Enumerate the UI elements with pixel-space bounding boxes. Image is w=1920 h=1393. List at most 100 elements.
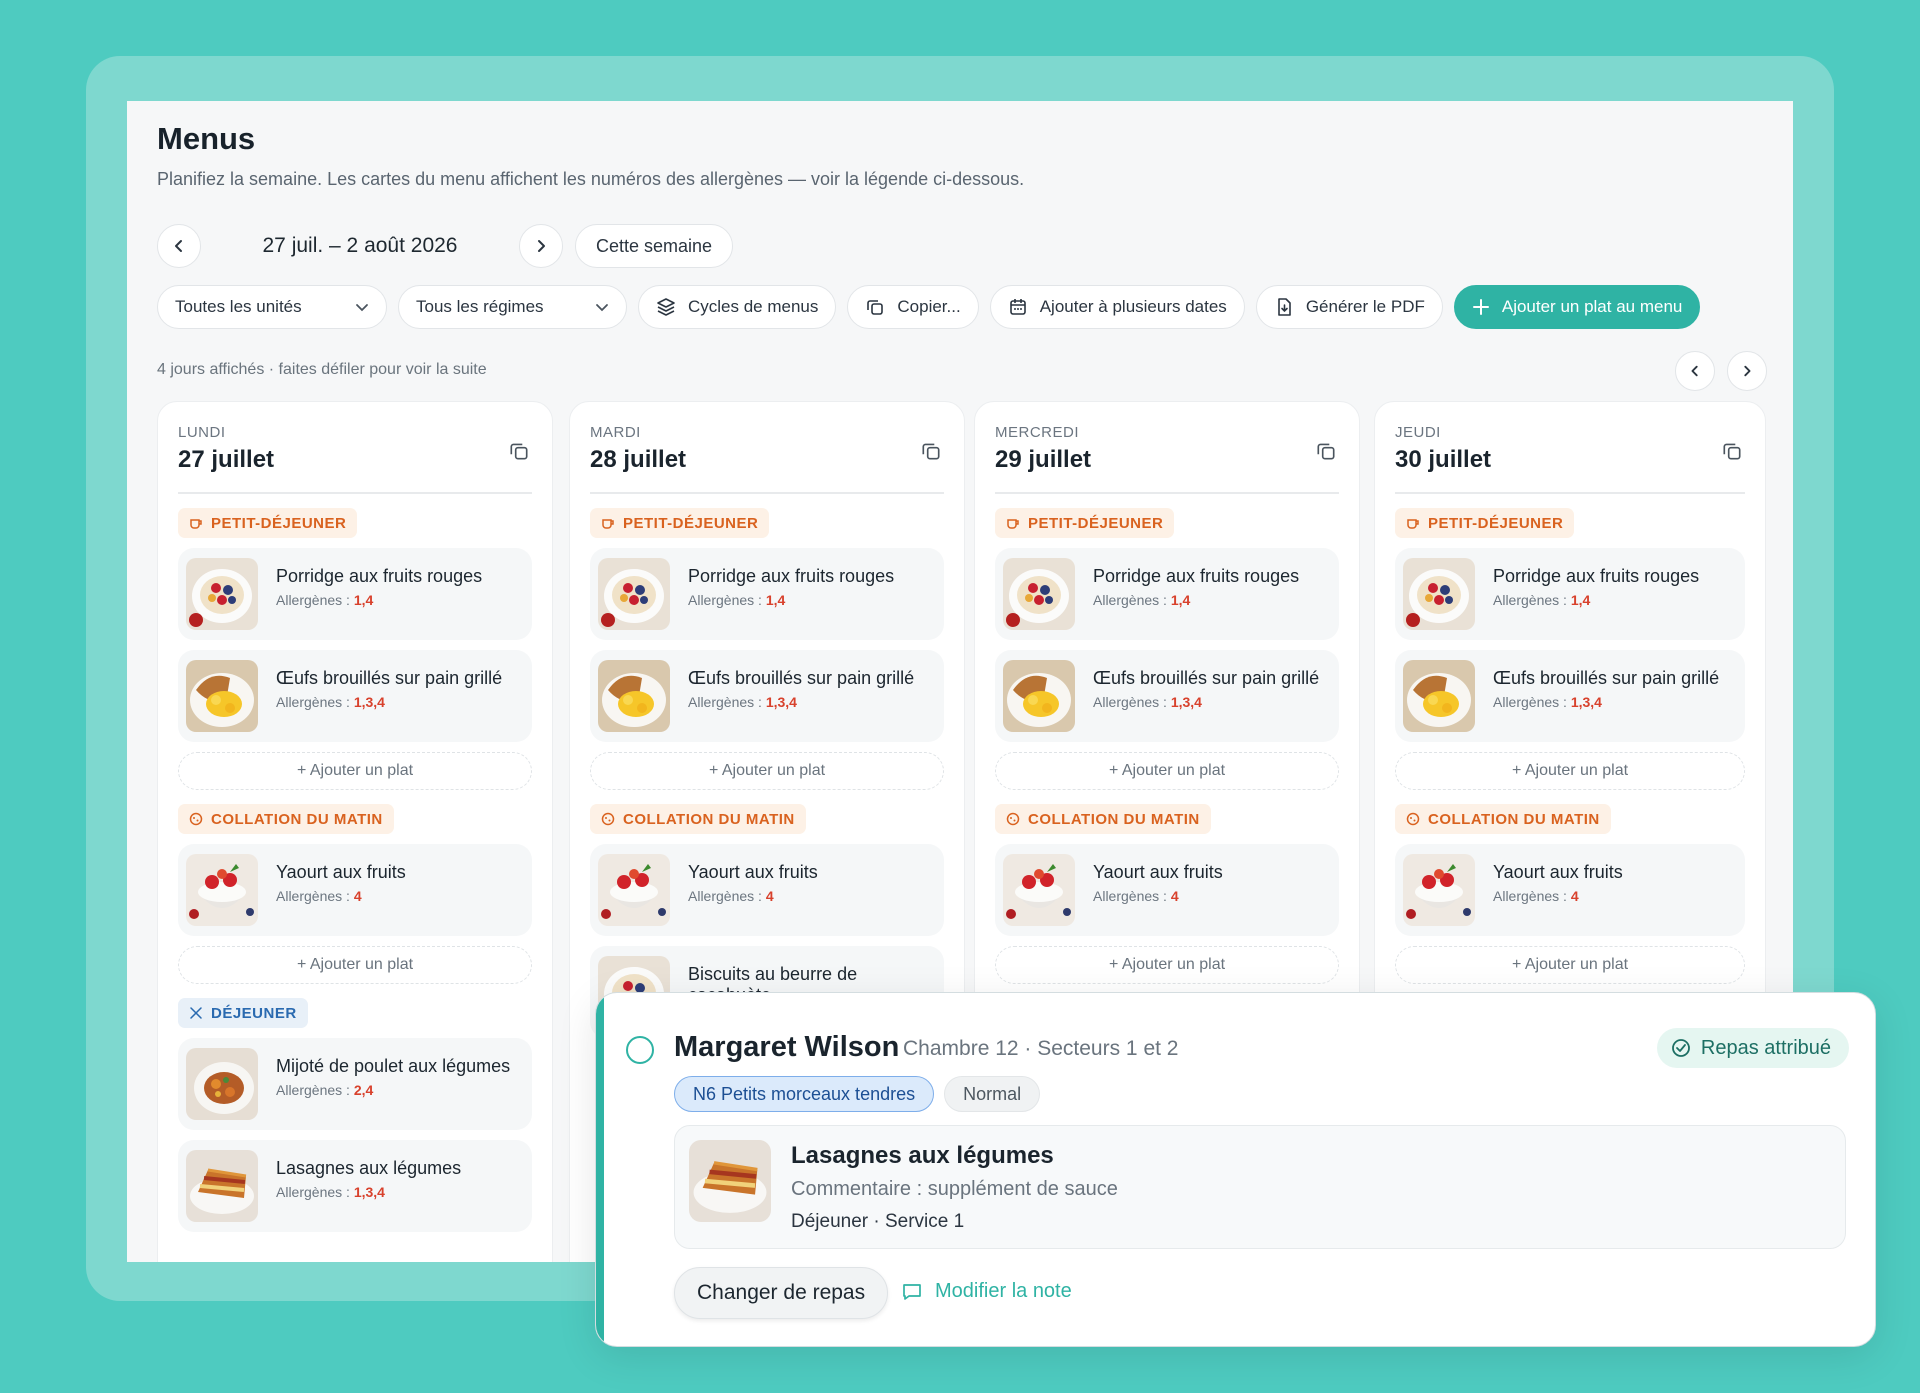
add-dish-to-menu-label: Ajouter un plat au menu — [1501, 297, 1683, 316]
prev-week-button[interactable] — [157, 224, 201, 268]
dish-card[interactable]: Yaourt aux fruits Allergènes : 4 — [1395, 844, 1745, 936]
dish-card[interactable]: Œufs brouillés sur pain grillé Allergène… — [590, 650, 944, 742]
dish-photo — [1403, 660, 1475, 732]
meal-tag-morning-snack: COLLATION DU MATIN — [178, 804, 394, 834]
copy-day-icon[interactable] — [1315, 440, 1337, 462]
dish-name: Yaourt aux fruits — [1493, 862, 1623, 882]
dish-photo — [689, 1140, 771, 1222]
dish-photo — [1003, 558, 1075, 630]
assigned-meal: Lasagnes aux légumes Commentaire : suppl… — [674, 1125, 1846, 1249]
meal-tag-label: COLLATION DU MATIN — [1028, 810, 1200, 828]
check-circle-icon — [1672, 1039, 1690, 1057]
meal-tag-breakfast: PETIT-DÉJEUNER — [1395, 508, 1575, 538]
day-name: LUNDI — [178, 424, 226, 441]
dish-photo — [1003, 660, 1075, 732]
add-dish-button[interactable]: + Ajouter un plat — [1395, 752, 1745, 790]
menu-cycles-button[interactable]: Cycles de menus — [638, 285, 837, 329]
dish-allergens: Allergènes : 2,4 — [276, 1082, 374, 1098]
this-week-button[interactable]: Cette semaine — [575, 224, 734, 268]
dish-card[interactable]: Porridge aux fruits rouges Allergènes : … — [1395, 548, 1745, 640]
copy-icon — [867, 300, 884, 315]
dish-allergens: Allergènes : 1,4 — [688, 592, 786, 608]
meal-tag-breakfast: PETIT-DÉJEUNER — [178, 508, 358, 538]
next-week-button[interactable] — [519, 224, 563, 268]
dish-name: Porridge aux fruits rouges — [688, 566, 895, 586]
add-dish-button[interactable]: + Ajouter un plat — [590, 752, 944, 790]
meal-tag-label: DÉJEUNER — [211, 1004, 297, 1022]
day-name: MERCREDI — [995, 424, 1080, 441]
units-select-label: Toutes les unités — [175, 297, 302, 316]
dish-card[interactable]: Yaourt aux fruits Allergènes : 4 — [995, 844, 1339, 936]
dish-allergens: Allergènes : 4 — [276, 888, 362, 904]
add-dish-button[interactable]: + Ajouter un plat — [178, 752, 532, 790]
copy-day-icon[interactable] — [1721, 440, 1743, 462]
dish-name: Œufs brouillés sur pain grillé — [1093, 668, 1320, 688]
edit-note-label: Modifier la note — [935, 1280, 1072, 1302]
add-dish-button[interactable]: + Ajouter un plat — [995, 752, 1339, 790]
dish-photo — [186, 660, 258, 732]
units-select[interactable]: Toutes les unités — [157, 285, 387, 329]
day-header: LUNDI 27 juillet — [178, 402, 532, 494]
dish-name: Œufs brouillés sur pain grillé — [276, 668, 503, 688]
meal-tag-morning-snack: COLLATION DU MATIN — [590, 804, 806, 834]
select-radio[interactable] — [626, 1036, 654, 1064]
meal-tag-morning-snack: COLLATION DU MATIN — [1395, 804, 1611, 834]
cup-icon — [602, 519, 614, 529]
dish-card[interactable]: Mijoté de poulet aux légumes Allergènes … — [178, 1038, 532, 1130]
generate-pdf-button[interactable]: Générer le PDF — [1255, 285, 1443, 329]
texture-chip: N6 Petits morceaux tendres — [674, 1076, 935, 1112]
copy-button[interactable]: Copier... — [847, 285, 979, 329]
dish-name: Œufs brouillés sur pain grillé — [688, 668, 915, 688]
meal-tag-morning-snack: COLLATION DU MATIN — [995, 804, 1211, 834]
dish-card[interactable]: Yaourt aux fruits Allergènes : 4 — [590, 844, 944, 936]
day-header: MERCREDI 29 juillet — [995, 402, 1339, 494]
add-dish-to-menu-button[interactable]: Ajouter un plat au menu — [1453, 285, 1701, 329]
dish-allergens: Allergènes : 1,3,4 — [1093, 694, 1202, 710]
menu-cycles-label: Cycles de menus — [688, 297, 819, 316]
chevron-left-icon — [175, 240, 182, 252]
diets-select[interactable]: Tous les régimes — [398, 285, 627, 329]
copy-day-icon[interactable] — [920, 440, 942, 462]
add-dish-button[interactable]: + Ajouter un plat — [1395, 946, 1745, 984]
resident-room: Chambre 12 · Secteurs 1 et 2 — [903, 1037, 1179, 1060]
dish-card[interactable]: Yaourt aux fruits Allergènes : 4 — [178, 844, 532, 936]
cookie-icon — [1406, 812, 1420, 826]
dish-name: Œufs brouillés sur pain grillé — [1493, 668, 1720, 688]
resident-meal-card: Margaret Wilson Chambre 12 · Secteurs 1 … — [595, 992, 1876, 1347]
meal-tag-lunch: DÉJEUNER — [178, 998, 308, 1028]
scroll-right-button[interactable] — [1727, 351, 1767, 391]
chevron-down-icon — [356, 304, 368, 312]
chevron-left-icon — [1691, 365, 1698, 377]
dish-card[interactable]: Porridge aux fruits rouges Allergènes : … — [590, 548, 944, 640]
dish-card[interactable]: Porridge aux fruits rouges Allergènes : … — [995, 548, 1339, 640]
day-header: JEUDI 30 juillet — [1395, 402, 1745, 494]
add-dish-button[interactable]: + Ajouter un plat — [178, 946, 532, 984]
add-multiple-dates-label: Ajouter à plusieurs dates — [1039, 297, 1227, 316]
meal-tag-label: PETIT-DÉJEUNER — [1028, 514, 1164, 532]
calendar-icon — [1009, 299, 1026, 315]
add-multiple-dates-button[interactable]: Ajouter à plusieurs dates — [989, 285, 1245, 329]
diet-chips: N6 Petits morceaux tendres Normal — [674, 1076, 1041, 1112]
dish-name: Mijoté de poulet aux légumes — [276, 1056, 511, 1076]
dish-card[interactable]: Œufs brouillés sur pain grillé Allergène… — [1395, 650, 1745, 742]
dish-card[interactable]: Œufs brouillés sur pain grillé Allergène… — [995, 650, 1339, 742]
change-meal-button[interactable]: Changer de repas — [674, 1267, 889, 1319]
utensils-icon — [190, 1007, 202, 1019]
dish-card[interactable]: Porridge aux fruits rouges Allergènes : … — [178, 548, 532, 640]
dish-card[interactable]: Œufs brouillés sur pain grillé Allergène… — [178, 650, 532, 742]
day-name: MARDI — [590, 424, 641, 441]
dish-name: Yaourt aux fruits — [1093, 862, 1223, 882]
dish-allergens: Allergènes : 1,3,4 — [688, 694, 797, 710]
dish-card[interactable]: Lasagnes aux légumes Allergènes : 1,3,4 — [178, 1140, 532, 1232]
scroll-left-button[interactable] — [1675, 351, 1715, 391]
week-range-label: 27 juil. – 2 août 2026 — [262, 234, 458, 257]
dish-allergens: Allergènes : 4 — [1493, 888, 1579, 904]
meal-tag-label: COLLATION DU MATIN — [211, 810, 383, 828]
dish-name: Porridge aux fruits rouges — [1493, 566, 1700, 586]
day-card-monday: LUNDI 27 juillet PETIT-DÉJEUNER Porridge… — [157, 401, 553, 1262]
dish-photo — [598, 660, 670, 732]
add-dish-button[interactable]: + Ajouter un plat — [995, 946, 1339, 984]
copy-day-icon[interactable] — [508, 440, 530, 462]
message-icon — [903, 1283, 921, 1300]
edit-note-link[interactable]: Modifier la note — [901, 1280, 1072, 1303]
